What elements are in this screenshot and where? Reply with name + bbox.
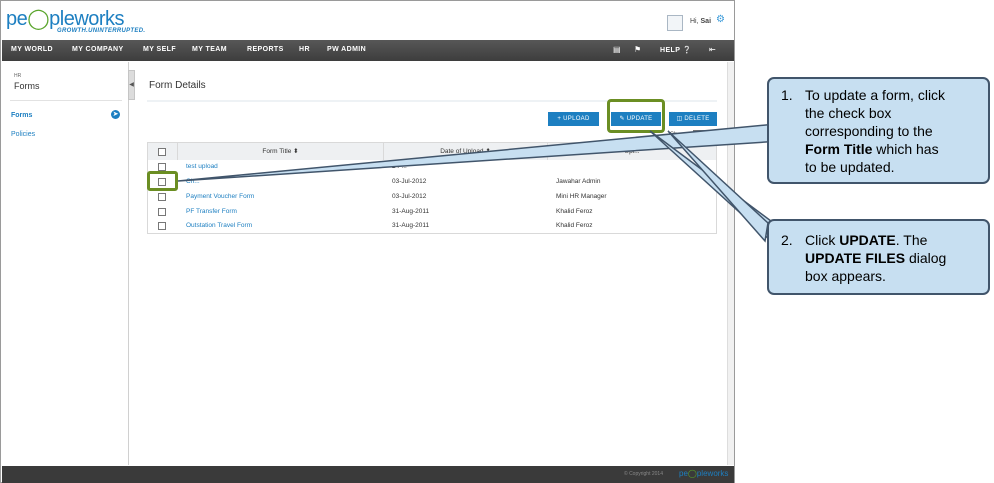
callout-2-number: 2.	[781, 232, 793, 248]
callout-1-line4: Form Title which has	[805, 140, 939, 158]
callout-2-bold1: UPDATE	[839, 232, 896, 248]
callout-step-1: 1. To update a form, click the check box…	[767, 77, 990, 184]
callout-1-line4-text: which has	[872, 141, 939, 157]
callout-2-line2: UPDATE FILES dialog	[805, 249, 946, 267]
callout-1-line1: To update a form, click	[805, 87, 946, 103]
callout-step-2: 2. Click UPDATE. The UPDATE FILES dialog…	[767, 219, 990, 295]
callout-2-line3: box appears.	[805, 268, 886, 284]
callout-2-text2: . The	[895, 232, 928, 248]
callout-2-text1: Click	[805, 232, 840, 248]
callout-2-text3: dialog	[905, 250, 947, 266]
callout-1-line5: to be updated.	[805, 159, 895, 175]
callout-1-bold: Form Title	[805, 141, 873, 157]
callout-2-pointer-b	[667, 130, 769, 243]
callout-1-number: 1.	[781, 87, 793, 103]
callout-1-line2: the check box	[805, 105, 892, 121]
callout-2-bold2: UPDATE FILES	[805, 250, 906, 266]
callout-2-line1: Click UPDATE. The	[805, 231, 927, 249]
callout-1-line3: corresponding to the	[805, 123, 933, 139]
